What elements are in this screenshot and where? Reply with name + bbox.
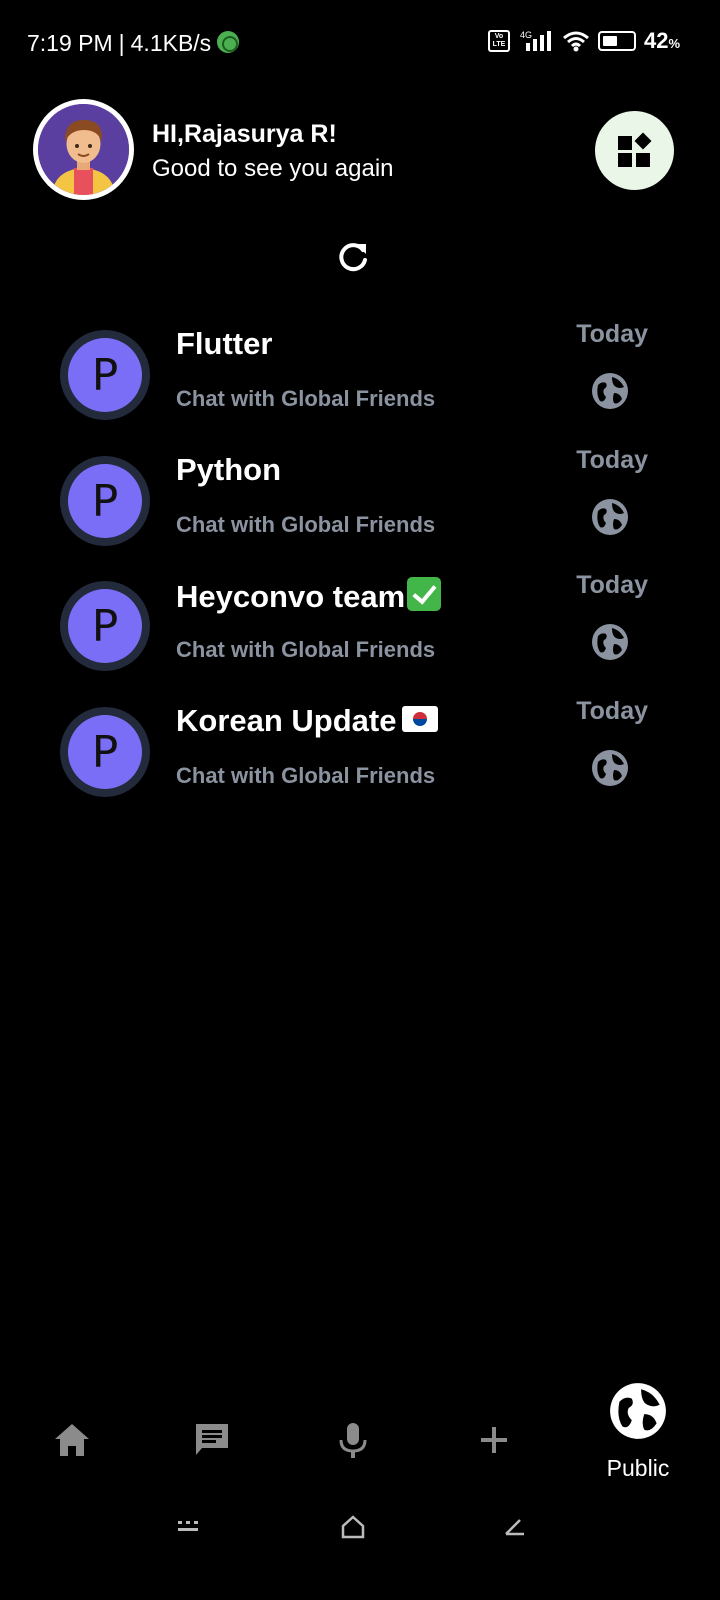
user-avatar-illustration [38, 104, 129, 195]
home-icon [55, 1424, 89, 1456]
user-avatar[interactable] [33, 99, 134, 200]
chat-name: Heyconvo team [176, 577, 442, 615]
chat-name: Python [176, 452, 282, 487]
wifi-icon [562, 31, 589, 52]
chat-avatar: P [60, 707, 150, 797]
chat-avatar: P [60, 330, 150, 420]
chat-subtitle: Chat with Global Friends [176, 512, 436, 537]
chat-avatar-letter: P [68, 338, 142, 412]
chat-item-korean-update[interactable]: P Korean Update Chat with Global Friends… [58, 697, 668, 803]
chat-name: Korean Update [176, 703, 439, 739]
globe-icon [592, 499, 628, 535]
status-bar: 7:19 PM | 4.1KB/s Vo LTE 4G 42% [0, 0, 720, 88]
status-speed: 4.1KB/s [130, 30, 212, 56]
data-saver-icon [217, 30, 240, 53]
status-separator: | [118, 30, 125, 56]
nav-home-button[interactable] [52, 1420, 92, 1460]
status-left: 7:19 PM | 4.1KB/s [27, 30, 240, 57]
chat-time: Today [576, 697, 648, 725]
greeting-title: HI,Rajasurya R! [152, 120, 337, 148]
chat-icon [196, 1424, 228, 1455]
chat-subtitle: Chat with Global Friends [176, 763, 436, 788]
system-home-icon[interactable] [340, 1514, 366, 1540]
mic-icon [339, 1423, 367, 1458]
signal-icon: 4G [520, 30, 551, 51]
globe-icon [592, 624, 628, 660]
globe-icon [592, 750, 628, 786]
globe-icon [592, 373, 628, 409]
nav-add-button[interactable] [474, 1420, 514, 1460]
refresh-icon [339, 243, 367, 272]
nav-chats-button[interactable] [192, 1420, 232, 1460]
status-time: 7:19 PM [27, 30, 113, 56]
back-icon[interactable] [502, 1516, 528, 1538]
globe-icon [610, 1383, 666, 1439]
chat-subtitle: Chat with Global Friends [176, 386, 436, 411]
chat-item-python[interactable]: P Python Chat with Global Friends Today [58, 446, 668, 552]
nav-public-button[interactable]: Public [598, 1380, 678, 1482]
chat-subtitle: Chat with Global Friends [176, 637, 436, 662]
battery-percentage: 42% [643, 28, 680, 53]
chat-avatar: P [60, 456, 150, 546]
network-type: 4G [520, 30, 532, 40]
chat-time: Today [576, 446, 648, 474]
chat-item-heyconvo-team[interactable]: P Heyconvo team Chat with Global Friends… [58, 571, 668, 677]
add-icon [481, 1427, 507, 1453]
system-navigation-bar [0, 1500, 720, 1600]
chat-time: Today [576, 320, 648, 348]
status-right: Vo LTE 4G 42% [487, 28, 680, 54]
chat-time: Today [576, 571, 648, 599]
volte-icon: Vo LTE [487, 30, 510, 52]
nav-voice-button[interactable] [333, 1420, 373, 1460]
korea-flag-emoji-icon [402, 706, 439, 732]
bottom-nav: Public [0, 1380, 720, 1500]
widgets-button[interactable] [595, 111, 674, 190]
nav-public-label: Public [606, 1455, 670, 1481]
chat-avatar: P [60, 581, 150, 671]
widgets-icon [617, 132, 651, 167]
refresh-button[interactable] [336, 240, 370, 274]
battery-icon [597, 31, 636, 51]
chat-avatar-letter: P [68, 589, 142, 663]
chat-item-flutter[interactable]: P Flutter Chat with Global Friends Today [58, 320, 668, 426]
chat-avatar-letter: P [68, 715, 142, 789]
recents-icon[interactable] [176, 1518, 200, 1534]
greeting-subtitle: Good to see you again [152, 155, 394, 182]
chat-avatar-letter: P [68, 464, 142, 538]
check-mark-emoji-icon [407, 577, 442, 611]
chat-name: Flutter [176, 326, 273, 361]
